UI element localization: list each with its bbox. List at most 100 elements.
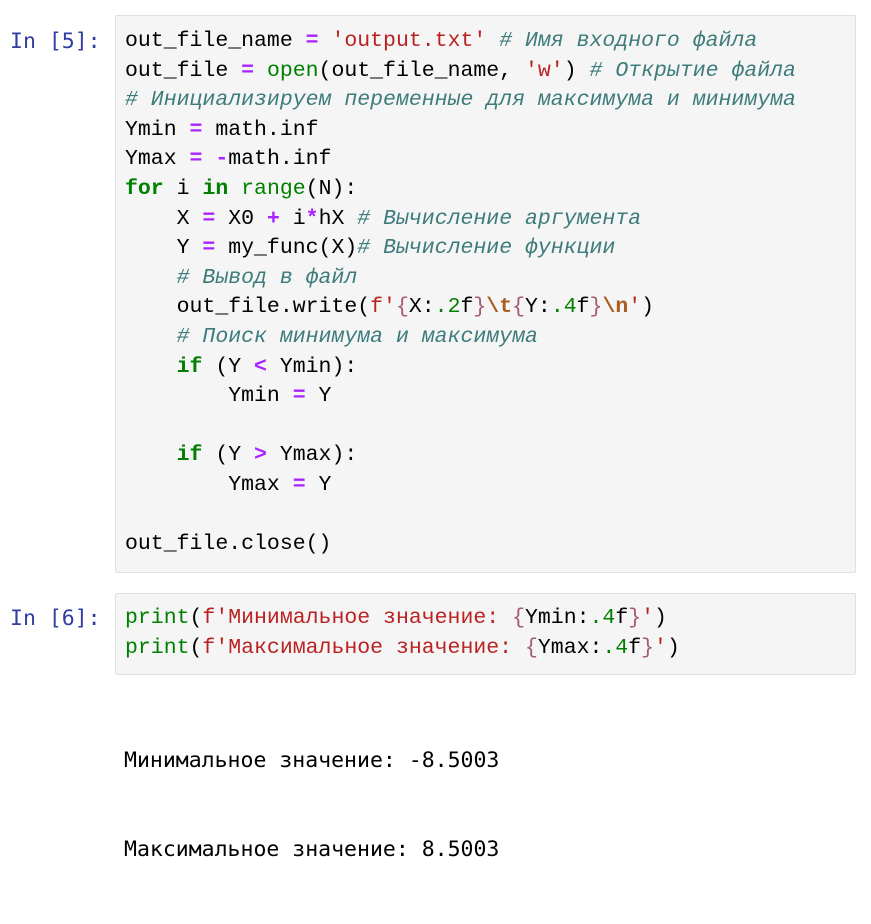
code-token: 'w' [524,58,564,83]
code-token: .2 [434,295,461,320]
code-token: X0 [215,206,267,231]
code-token: if [176,354,203,379]
code-token: math.inf [202,117,319,142]
code-line: Ymin = math.inf [125,116,796,146]
code-line: # Инициализируем переменные для максимум… [125,86,796,116]
code-token: # Открытие файла [589,58,796,83]
code-token: i [279,206,306,231]
code-token: Y [305,384,332,409]
code-line: out_file.close() [125,530,796,560]
code-token: ' [641,606,655,630]
code-token: f [615,606,629,630]
code-token: f'Минимальное значение: [202,606,513,630]
code-token: .4 [602,635,629,660]
code-token: } [589,295,603,320]
code-input-area[interactable]: print(f'Минимальное значение: {Ymin:.4f}… [115,593,856,675]
code-token: ( [189,635,203,660]
code-token: .4 [550,295,577,320]
code-token: ' [654,635,667,660]
code-token: ( [189,606,203,630]
code-token: Y [305,472,332,497]
code-token: \t [486,295,513,320]
code-line: # Поиск минимума и максимума [125,323,796,353]
code-token: print [125,606,190,630]
code-token: = [202,206,216,231]
code-line: for i in range(N): [125,175,796,205]
code-input-area[interactable]: out_file_name = 'output.txt' # Имя входн… [115,15,856,573]
code-token: = [241,58,255,83]
code-line: print(f'Минимальное значение: {Ymin:.4f}… [125,604,680,634]
code-line: Ymax = -math.inf [125,145,796,175]
code-token: (Y [202,354,255,379]
output-line: Максимальное значение: 8.5003 [124,836,500,862]
code-line: out_file_name = 'output.txt' # Имя входн… [125,27,796,57]
code-token: # Имя входного файла [499,29,758,53]
code-token: Y: [525,295,551,320]
code-token: for [125,176,164,201]
code-token: out_file.close() [125,532,332,557]
code-line: out_file = open(out_file_name, 'w') # От… [125,57,796,87]
code-token: f [628,635,642,660]
code-token: ) [563,58,590,83]
code-token: = [202,236,216,261]
code-token: (Y [202,443,255,468]
code-editor[interactable]: print(f'Минимальное значение: {Ymin:.4f}… [125,604,680,663]
code-token: (N): [305,176,358,201]
code-editor[interactable]: out_file_name = 'output.txt' # Имя входн… [125,27,796,560]
code-token: < [254,354,267,379]
code-token: = [189,117,203,142]
code-line: Y = my_func(X)# Вычисление функции [125,234,796,264]
code-token: range [241,176,306,201]
code-token: } [628,606,642,630]
code-token: math.inf [228,147,332,172]
code-token: Ymin [125,384,293,409]
code-token: { [395,295,409,320]
input-prompt: In [5]: [10,29,101,54]
code-token: ' [628,295,642,320]
code-token: } [473,295,487,320]
code-token: in [202,176,229,201]
code-token: # Инициализируем переменные для максимум… [125,88,796,113]
code-token: * [305,206,319,231]
code-token: = [305,29,319,53]
code-token: Y [125,236,203,261]
code-token: # Вывод в файл [176,265,358,290]
code-token: f [576,295,590,320]
code-token: my_func(X) [215,236,358,261]
code-token: { [512,606,525,630]
code-line: print(f'Максимальное значение: {Ymax:.4f… [125,634,680,664]
code-token: .4 [589,606,616,630]
code-token: - [215,147,229,172]
code-token: i [163,176,203,201]
code-token: { [524,635,538,660]
code-token: = [292,384,306,409]
code-token: Ymin: [524,606,590,630]
code-token: Ymin [125,117,190,142]
code-token: \n [602,295,629,320]
code-token: ) [641,295,655,320]
code-token: if [176,443,203,468]
code-token: { [512,295,526,320]
code-token: # Вычисление функции [357,236,616,261]
code-line: if (Y > Ymax): [125,441,796,471]
code-line: Ymax = Y [125,471,796,501]
code-line: Ymin = Y [125,382,796,412]
code-token: = [189,147,203,172]
code-line: # Вывод в файл [125,264,796,294]
code-token: f' [370,295,396,320]
code-token: > [254,443,267,468]
code-line: out_file.write(f'{X:.2f}\t{Y:.4f}\n') [125,293,796,323]
code-token: X [125,206,203,231]
code-token: print [125,635,190,660]
code-token: = [292,472,306,497]
input-prompt: In [6]: [10,606,101,631]
